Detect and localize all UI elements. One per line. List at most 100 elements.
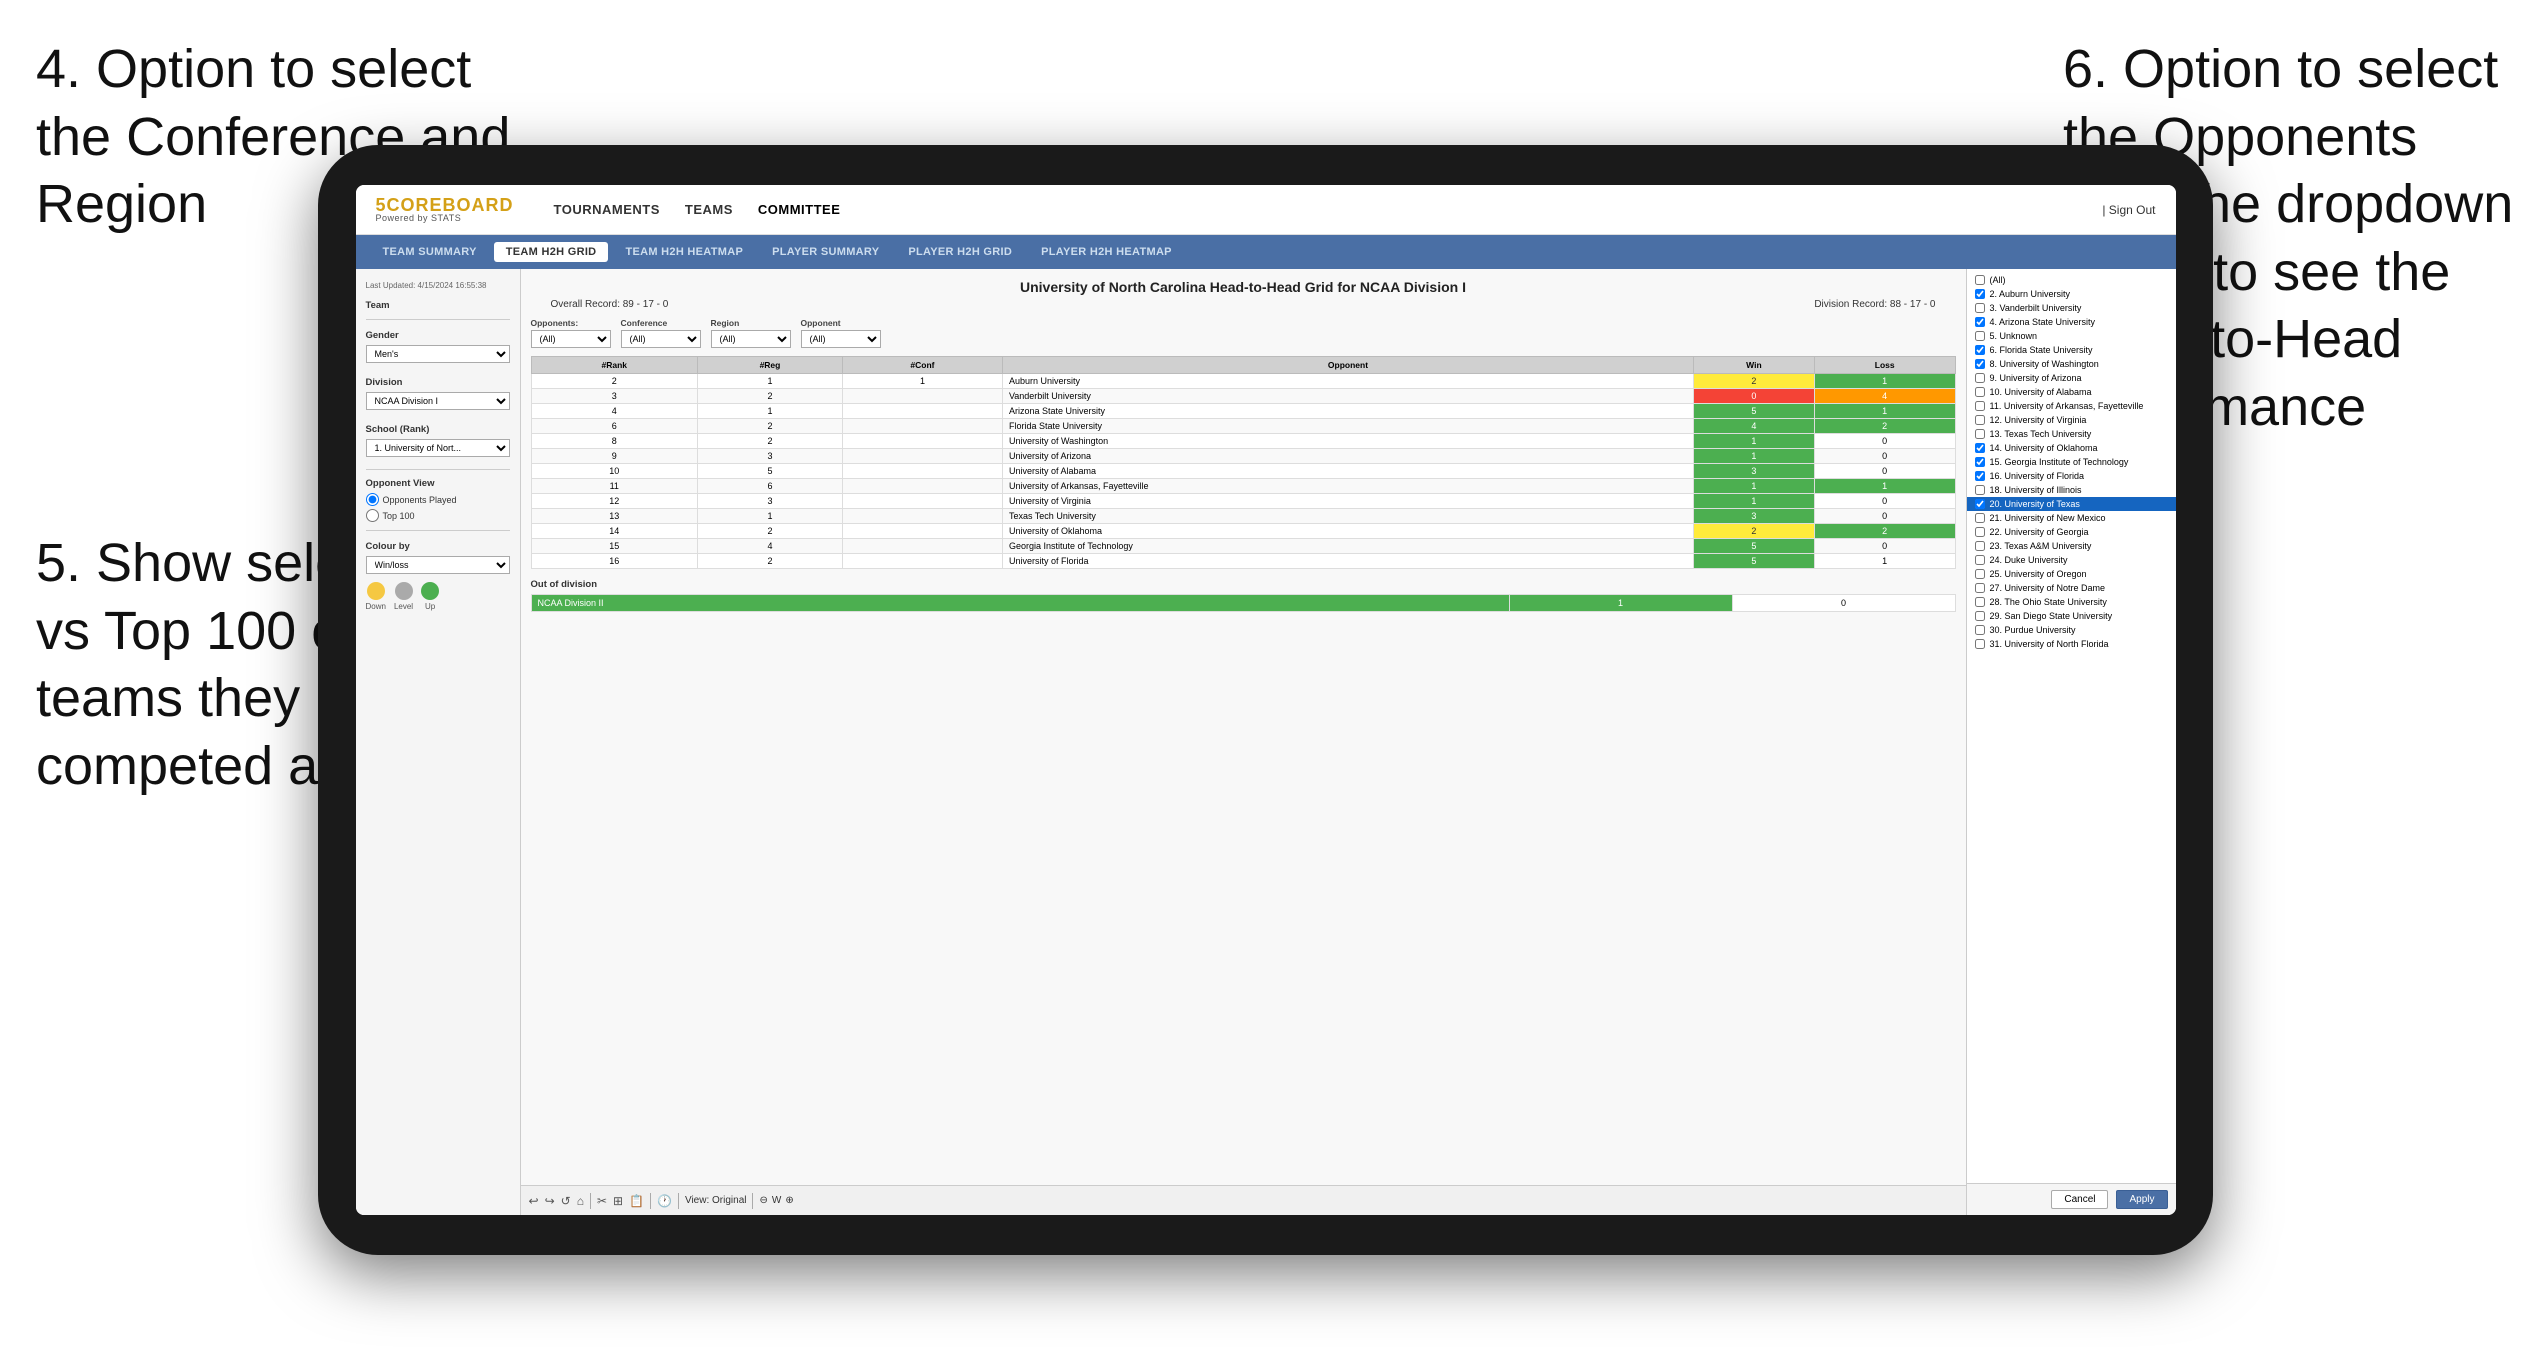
list-item[interactable]: 2. Auburn University bbox=[1967, 287, 2176, 301]
cancel-button[interactable]: Cancel bbox=[2051, 1190, 2108, 1209]
col-win: Win bbox=[1693, 357, 1814, 374]
list-item[interactable]: 3. Vanderbilt University bbox=[1967, 301, 2176, 315]
list-item[interactable]: 24. Duke University bbox=[1967, 553, 2176, 567]
nav-link-teams[interactable]: TEAMS bbox=[685, 202, 733, 217]
division-record: 88 - 17 - 0 bbox=[1890, 299, 1936, 310]
toolbar-separator-3 bbox=[678, 1193, 679, 1209]
division-label: Division bbox=[366, 377, 510, 388]
toolbar-separator bbox=[590, 1193, 591, 1209]
nav-links: TOURNAMENTS TEAMS COMMITTEE bbox=[554, 202, 841, 217]
sub-nav: TEAM SUMMARY TEAM H2H GRID TEAM H2H HEAT… bbox=[356, 235, 2176, 269]
opponent-view-label: Opponent View bbox=[366, 478, 510, 489]
toolbar-bottom: ↩ ↪ ↺ ⌂ ✂ ⊞ 📋 🕐 View: Original ⊖ W ⊕ bbox=[521, 1185, 1966, 1215]
col-conf: #Conf bbox=[842, 357, 1002, 374]
dot-level bbox=[395, 582, 413, 600]
list-item[interactable]: 10. University of Alabama bbox=[1967, 385, 2176, 399]
list-item[interactable]: 30. Purdue University bbox=[1967, 623, 2176, 637]
table-row: 12 3 University of Virginia 1 0 bbox=[531, 494, 1955, 509]
overall-record-label: Overall Record: bbox=[551, 299, 620, 310]
list-item[interactable]: 4. Arizona State University bbox=[1967, 315, 2176, 329]
list-item[interactable]: 22. University of Georgia bbox=[1967, 525, 2176, 539]
nav-logo-sub: Powered by STATS bbox=[376, 214, 514, 223]
zoom-control[interactable]: ⊖ W ⊕ bbox=[759, 1195, 793, 1206]
region-filter-select[interactable]: (All) bbox=[711, 330, 791, 348]
nav-sign-out[interactable]: | Sign Out bbox=[2102, 203, 2155, 217]
list-item[interactable]: 16. University of Florida bbox=[1967, 469, 2176, 483]
list-item[interactable]: 5. Unknown bbox=[1967, 329, 2176, 343]
list-item[interactable]: 29. San Diego State University bbox=[1967, 609, 2176, 623]
list-item[interactable]: 8. University of Washington bbox=[1967, 357, 2176, 371]
records-row: Overall Record: 89 - 17 - 0 Division Rec… bbox=[531, 299, 1956, 310]
filter-opponents: Opponents: (All) bbox=[531, 318, 611, 348]
list-item[interactable]: 27. University of Notre Dame bbox=[1967, 581, 2176, 595]
list-item[interactable]: 25. University of Oregon bbox=[1967, 567, 2176, 581]
list-item[interactable]: 18. University of Illinois bbox=[1967, 483, 2176, 497]
list-item[interactable]: 28. The Ohio State University bbox=[1967, 595, 2176, 609]
dot-up bbox=[421, 582, 439, 600]
list-item[interactable]: 20. University of Texas bbox=[1967, 497, 2176, 511]
school-select[interactable]: 1. University of Nort... bbox=[366, 439, 510, 457]
list-item[interactable]: 11. University of Arkansas, Fayetteville bbox=[1967, 399, 2176, 413]
filter-row: Opponents: (All) Conference (All) bbox=[531, 318, 1956, 348]
division-name: NCAA Division II bbox=[531, 595, 1509, 612]
home-icon[interactable]: ⌂ bbox=[577, 1194, 584, 1208]
opponent-filter-select[interactable]: (All) bbox=[801, 330, 881, 348]
last-updated: Last Updated: 4/15/2024 16:55:38 bbox=[366, 281, 510, 290]
list-item[interactable]: (All) bbox=[1967, 273, 2176, 287]
division-loss: 0 bbox=[1732, 595, 1955, 612]
nav-logo: 5COREBOARD Powered by STATS bbox=[376, 196, 514, 223]
nav-bar: 5COREBOARD Powered by STATS TOURNAMENTS … bbox=[356, 185, 2176, 235]
filter-conference: Conference (All) bbox=[621, 318, 701, 348]
dropdown-list[interactable]: (All)2. Auburn University3. Vanderbilt U… bbox=[1967, 269, 2176, 1183]
out-of-division-label: Out of division bbox=[531, 579, 1956, 590]
dot-down bbox=[367, 582, 385, 600]
tablet-frame: 5COREBOARD Powered by STATS TOURNAMENTS … bbox=[318, 145, 2213, 1255]
radio-top100[interactable]: Top 100 bbox=[366, 509, 510, 522]
division-record-label: Division Record: bbox=[1814, 299, 1887, 310]
paste-icon[interactable]: 📋 bbox=[629, 1194, 644, 1208]
list-item[interactable]: 13. Texas Tech University bbox=[1967, 427, 2176, 441]
table-row: 14 2 University of Oklahoma 2 2 bbox=[531, 524, 1955, 539]
table-row: 6 2 Florida State University 4 2 bbox=[531, 419, 1955, 434]
cut-icon[interactable]: ✂ bbox=[597, 1194, 607, 1208]
colour-select[interactable]: Win/loss bbox=[366, 556, 510, 574]
sub-nav-player-heatmap[interactable]: PLAYER H2H HEATMAP bbox=[1029, 242, 1184, 262]
grid-area: University of North Carolina Head-to-Hea… bbox=[521, 269, 1966, 1185]
undo-icon[interactable]: ↩ bbox=[529, 1194, 539, 1208]
refresh-icon[interactable]: ↺ bbox=[561, 1194, 571, 1208]
sub-nav-h2h-grid[interactable]: TEAM H2H GRID bbox=[494, 242, 609, 262]
list-item[interactable]: 21. University of New Mexico bbox=[1967, 511, 2176, 525]
clock-icon[interactable]: 🕐 bbox=[657, 1194, 672, 1208]
list-item[interactable]: 14. University of Oklahoma bbox=[1967, 441, 2176, 455]
nav-link-tournaments[interactable]: TOURNAMENTS bbox=[554, 202, 660, 217]
conference-filter-select[interactable]: (All) bbox=[621, 330, 701, 348]
opponent-filter-label: Opponent bbox=[801, 318, 881, 328]
nav-link-committee[interactable]: COMMITTEE bbox=[758, 202, 841, 217]
sub-nav-player-summary[interactable]: PLAYER SUMMARY bbox=[760, 242, 891, 262]
list-item[interactable]: 23. Texas A&M University bbox=[1967, 539, 2176, 553]
table-row: 10 5 University of Alabama 3 0 bbox=[531, 464, 1955, 479]
redo-icon[interactable]: ↪ bbox=[545, 1194, 555, 1208]
copy-icon[interactable]: ⊞ bbox=[613, 1194, 623, 1208]
list-item[interactable]: 6. Florida State University bbox=[1967, 343, 2176, 357]
tablet-screen: 5COREBOARD Powered by STATS TOURNAMENTS … bbox=[356, 185, 2176, 1215]
col-rank: #Rank bbox=[531, 357, 697, 374]
sub-nav-player-h2h-grid[interactable]: PLAYER H2H GRID bbox=[896, 242, 1024, 262]
list-item[interactable]: 31. University of North Florida bbox=[1967, 637, 2176, 651]
radio-opponents-played[interactable]: Opponents Played bbox=[366, 493, 510, 506]
list-item[interactable]: 15. Georgia Institute of Technology bbox=[1967, 455, 2176, 469]
data-table: #Rank #Reg #Conf Opponent Win Loss 2 1 1… bbox=[531, 356, 1956, 569]
gender-select[interactable]: Men's bbox=[366, 345, 510, 363]
panel-footer: Cancel Apply bbox=[1967, 1183, 2176, 1215]
toolbar-separator-4 bbox=[752, 1193, 753, 1209]
sub-nav-team-summary[interactable]: TEAM SUMMARY bbox=[371, 242, 489, 262]
table-row: 13 1 Texas Tech University 3 0 bbox=[531, 509, 1955, 524]
division-select[interactable]: NCAA Division I bbox=[366, 392, 510, 410]
list-item[interactable]: 9. University of Arizona bbox=[1967, 371, 2176, 385]
list-item[interactable]: 12. University of Virginia bbox=[1967, 413, 2176, 427]
main-content: Last Updated: 4/15/2024 16:55:38 Team Ge… bbox=[356, 269, 2176, 1215]
opponents-filter-select[interactable]: (All) bbox=[531, 330, 611, 348]
region-filter-label: Region bbox=[711, 318, 791, 328]
apply-button[interactable]: Apply bbox=[2116, 1190, 2167, 1209]
sub-nav-h2h-heatmap[interactable]: TEAM H2H HEATMAP bbox=[613, 242, 755, 262]
